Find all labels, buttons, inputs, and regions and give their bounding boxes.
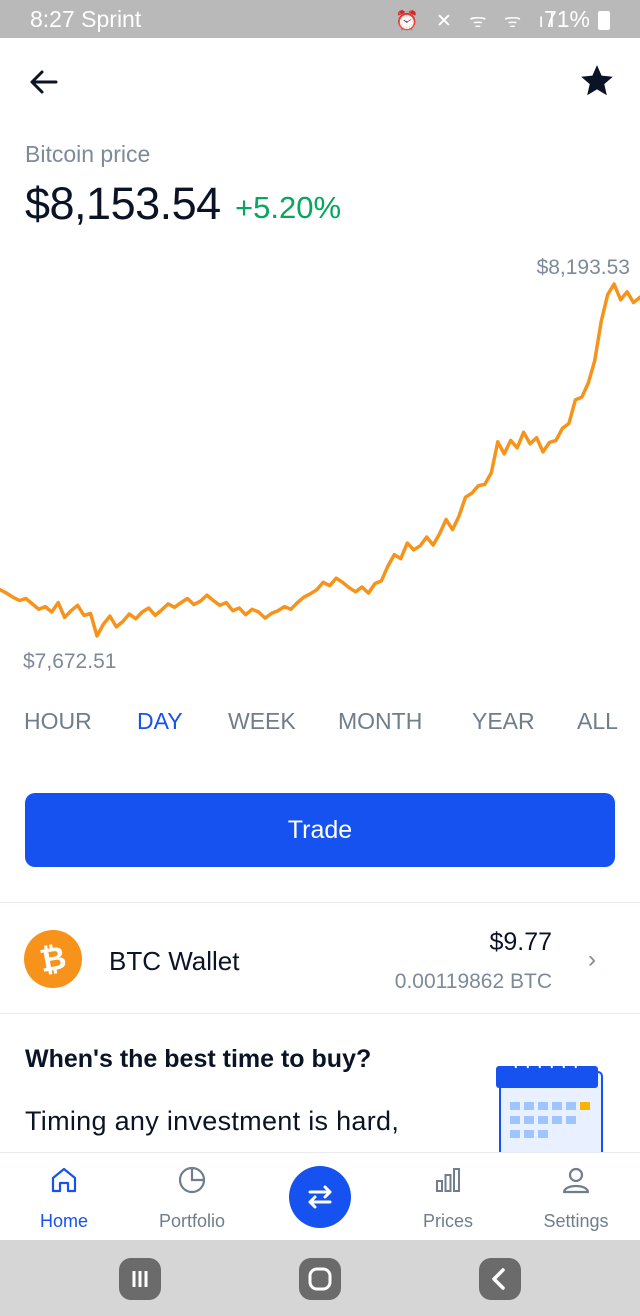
nav-prices[interactable]: Prices [393,1153,503,1241]
wallet-name: BTC Wallet [109,946,240,976]
wallet-crypto-balance: 0.00119862 BTC [394,970,552,993]
bottom-nav: Home Portfolio Prices Settings [0,1152,640,1240]
arrow-left-icon[interactable] [26,64,62,100]
user-icon [562,1167,590,1194]
price-chart[interactable] [0,250,640,690]
star-icon[interactable] [578,62,616,100]
nav-home[interactable]: Home [9,1153,119,1241]
chart-series-line [0,282,640,638]
battery-percent: 71% [543,6,590,32]
battery-icon [598,11,610,30]
nav-label-settings: Settings [543,1211,609,1231]
asset-price-label: Bitcoin price [25,141,151,167]
nav-settings[interactable]: Settings [521,1153,631,1241]
tab-day[interactable]: DAY [137,708,183,735]
recent-apps-icon[interactable] [119,1258,161,1300]
bitcoin-icon: ₿ [19,925,87,993]
home-icon [51,1167,77,1193]
asset-price: $8,153.54 [25,178,221,229]
calendar-illustration [496,1059,603,1154]
tab-year[interactable]: YEAR [472,708,535,735]
trade-button[interactable]: Trade [25,793,615,867]
tab-all[interactable]: ALL [577,708,618,735]
article-body: Timing any investment is hard, [25,1106,400,1136]
swap-button[interactable] [289,1166,351,1228]
tab-month[interactable]: MONTH [338,708,422,735]
bar-chart-icon [436,1168,460,1192]
divider [0,902,640,903]
status-time-carrier: 8:27 Sprint [30,6,142,32]
nav-label-portfolio: Portfolio [158,1211,226,1231]
chevron-right-icon: › [588,946,596,973]
status-system-icons: ⏰ ✕ ᯤ ᯤ ıl [395,11,560,32]
status-bar: 8:27 Sprint ⏰ ✕ ᯤ ᯤ ıl 71% [0,0,640,38]
android-nav-bar [0,1240,640,1316]
divider [0,1013,640,1014]
wallet-fiat-balance: $9.77 [489,928,552,956]
chart-low-label: $7,672.51 [23,650,117,673]
pie-chart-icon [178,1166,206,1194]
nav-label-home: Home [39,1211,88,1231]
back-chevron-icon[interactable] [479,1258,521,1300]
range-tabs: HOUR DAY WEEK MONTH YEAR ALL [0,708,640,742]
screen: 8:27 Sprint ⏰ ✕ ᯤ ᯤ ıl 71% Bitcoin price… [0,0,640,1316]
tab-week[interactable]: WEEK [228,708,296,735]
price-change: +5.20% [235,190,342,225]
tab-hour[interactable]: HOUR [24,708,92,735]
nav-portfolio[interactable]: Portfolio [137,1153,247,1241]
swap-arrows-icon [308,1185,332,1209]
home-circle-icon[interactable] [299,1258,341,1300]
nav-label-prices: Prices [422,1211,473,1231]
article-title: When's the best time to buy? [25,1045,372,1073]
